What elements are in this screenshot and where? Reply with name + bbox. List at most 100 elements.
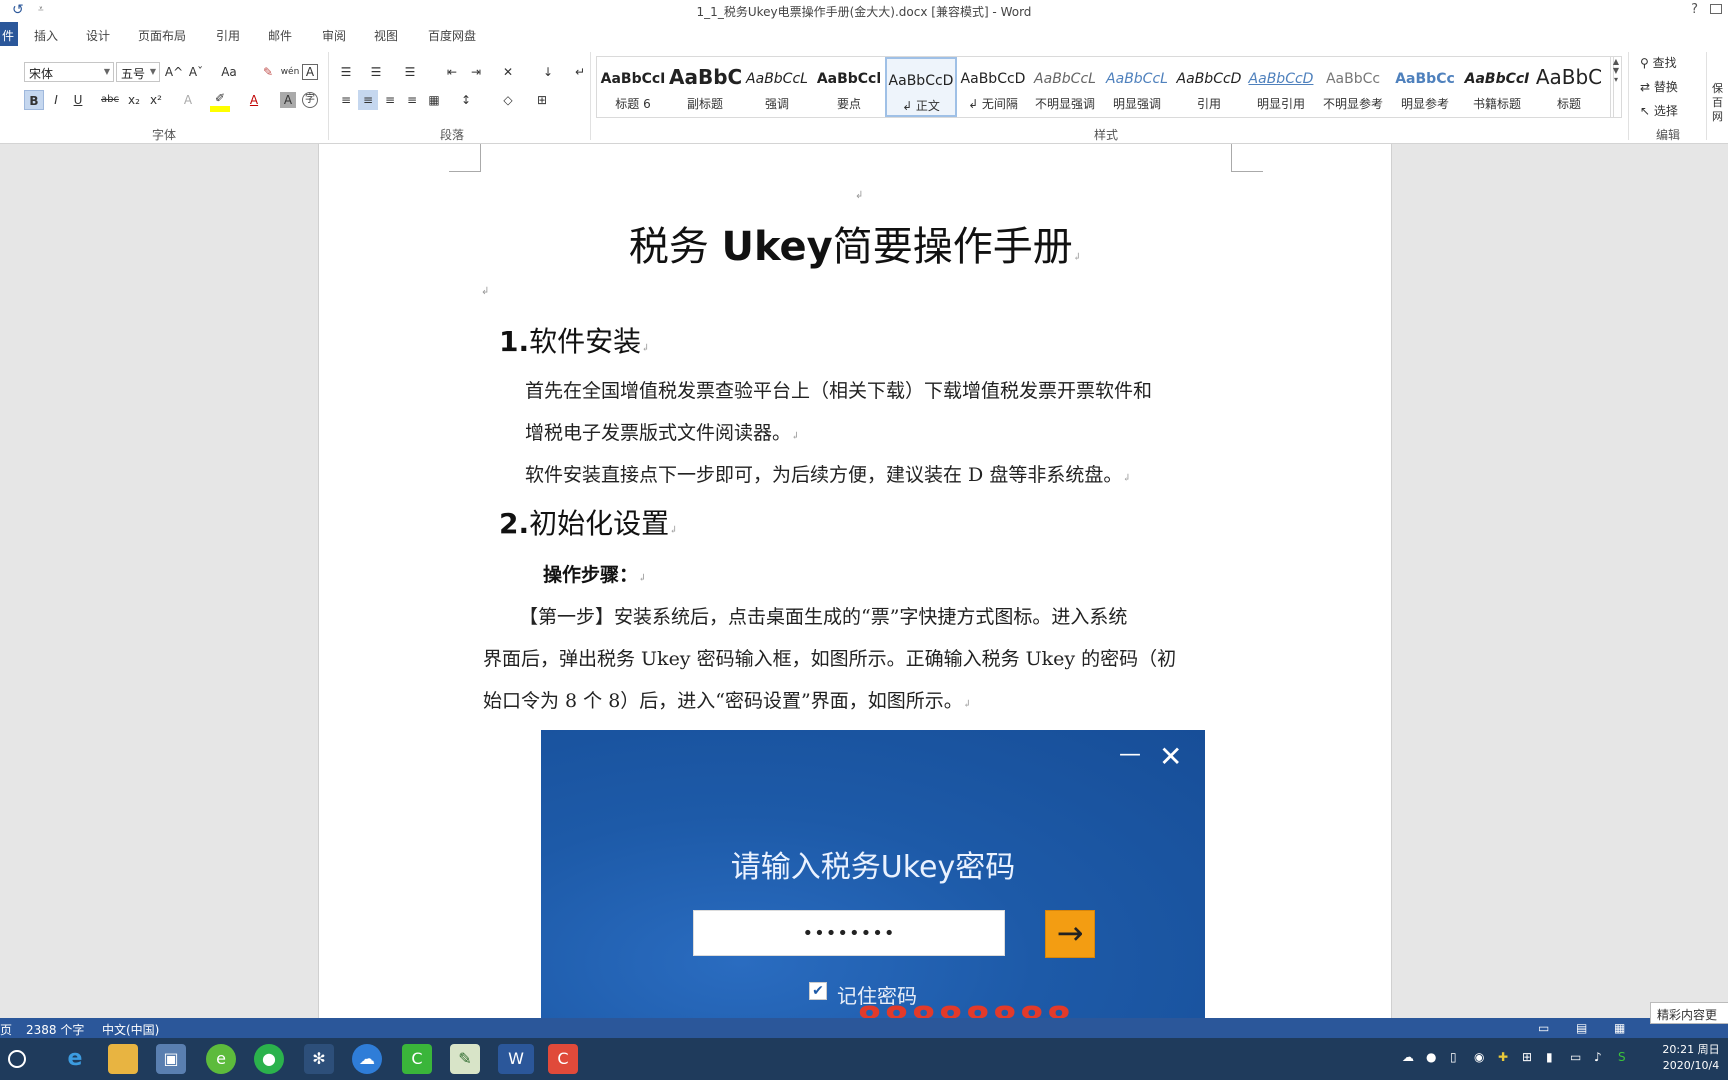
- notepad-icon[interactable]: ✎: [450, 1044, 480, 1074]
- line-spacing-icon[interactable]: ↕: [456, 90, 476, 110]
- decrease-indent-icon[interactable]: ⇤: [442, 62, 462, 82]
- tab-baidu-netdisk[interactable]: 百度网盘: [428, 27, 476, 44]
- store-icon[interactable]: ▣: [156, 1044, 186, 1074]
- styles-scroll[interactable]: ▲ ▼ ▾: [1610, 56, 1622, 118]
- ukey-password-dialog-image[interactable]: — ✕ 请输入税务Ukey密码 •••••••• → ✔ 记住密码 888888…: [541, 730, 1205, 1018]
- char-shading-icon[interactable]: A: [280, 92, 296, 108]
- notification-popup[interactable]: 精彩内容更: [1650, 1002, 1728, 1024]
- replace-button[interactable]: ⇄ 替换: [1640, 78, 1678, 95]
- page-indicator[interactable]: 页: [0, 1021, 12, 1038]
- tab-review[interactable]: 审阅: [322, 27, 346, 44]
- edge-icon[interactable]: e: [60, 1044, 90, 1074]
- show-marks-icon[interactable]: ↵: [570, 62, 590, 82]
- step-1-line-2[interactable]: 界面后，弹出税务 Ukey 密码输入框，如图所示。正确输入税务 Ukey 的密码…: [483, 644, 1176, 671]
- section-1-line-2[interactable]: 增税电子发票版式文件阅读器。↲: [525, 418, 799, 445]
- style-intense-reference[interactable]: AaBbCc 明显参考: [1389, 57, 1461, 117]
- snowflake-app-icon[interactable]: ✻: [304, 1044, 334, 1074]
- style-title[interactable]: AaBbC 标题: [1533, 57, 1605, 117]
- web-layout-icon[interactable]: ▦: [1614, 1021, 1625, 1035]
- font-name-select[interactable]: 宋体 ▼: [24, 62, 114, 82]
- browser-360-icon[interactable]: e: [206, 1044, 236, 1074]
- align-right-icon[interactable]: ≡: [380, 90, 400, 110]
- grow-font-button[interactable]: A^: [164, 62, 184, 82]
- step-1-line-1[interactable]: 【第一步】安装系统后，点击桌面生成的“票”字快捷方式图标。进入系统: [519, 602, 1127, 629]
- subscript-button[interactable]: x₂: [124, 90, 144, 110]
- style-book-title[interactable]: AaBbCcI 书籍标题: [1461, 57, 1533, 117]
- tab-view[interactable]: 视图: [374, 27, 398, 44]
- align-left-icon[interactable]: ≡: [336, 90, 356, 110]
- restore-ribbon-icon[interactable]: [1710, 4, 1722, 14]
- section-1-heading[interactable]: 1.软件安装↲: [499, 320, 650, 360]
- tab-mailings[interactable]: 邮件: [268, 27, 292, 44]
- phonetic-guide-icon[interactable]: wén: [280, 62, 300, 82]
- increase-indent-icon[interactable]: ⇥: [466, 62, 486, 82]
- print-layout-icon[interactable]: ▤: [1576, 1021, 1587, 1035]
- sort-icon[interactable]: ↓: [538, 62, 558, 82]
- keyboard-tray-icon[interactable]: ⊞: [1522, 1050, 1532, 1064]
- tab-insert[interactable]: 插入: [34, 27, 58, 44]
- page[interactable]: ↲ 税务 Ukey简要操作手册↲ ↲ 1.软件安装↲ 首先在全国增值税发票查验平…: [318, 144, 1392, 1018]
- camtasia-recorder-icon[interactable]: C: [548, 1044, 578, 1074]
- align-center-icon[interactable]: ≡: [358, 90, 378, 110]
- highlight-pen-icon[interactable]: ✐: [210, 88, 230, 108]
- volume-tray-icon[interactable]: ♪: [1594, 1050, 1602, 1064]
- shrink-font-button[interactable]: Aˇ: [186, 62, 206, 82]
- style-heading-6[interactable]: AaBbCcI 标题 6: [597, 57, 669, 117]
- document-title[interactable]: 税务 Ukey简要操作手册↲: [319, 214, 1391, 272]
- strikethrough-button[interactable]: abc: [100, 90, 120, 110]
- clock[interactable]: 20:21 周日 2020/10/4: [1656, 1042, 1726, 1074]
- qq-tray-icon[interactable]: ◉: [1474, 1050, 1484, 1064]
- step-1-line-3[interactable]: 始口令为 8 个 8）后，进入“密码设置”界面，如图所示。↲: [483, 686, 971, 713]
- file-explorer-icon[interactable]: [108, 1044, 138, 1074]
- camtasia-icon[interactable]: C: [402, 1044, 432, 1074]
- borders-icon[interactable]: ⊞: [532, 90, 552, 110]
- numbering-icon[interactable]: ☰: [366, 62, 386, 82]
- style-no-spacing[interactable]: AaBbCcD ↲ 无间隔: [957, 57, 1029, 117]
- tab-file[interactable]: 件: [0, 22, 18, 46]
- style-intense-quote[interactable]: AaBbCcD 明显引用: [1245, 57, 1317, 117]
- word-count[interactable]: 2388 个字: [26, 1021, 84, 1038]
- style-emphasis[interactable]: AaBbCcL 强调: [741, 57, 813, 117]
- style-strong[interactable]: AaBbCcl 要点: [813, 57, 885, 117]
- help-button[interactable]: ?: [1691, 2, 1698, 17]
- tab-page-layout[interactable]: 页面布局: [138, 27, 186, 44]
- superscript-button[interactable]: x²: [146, 90, 166, 110]
- cloud-tray-icon[interactable]: ☁: [1402, 1050, 1414, 1064]
- font-color-button[interactable]: A: [244, 90, 264, 110]
- read-mode-icon[interactable]: ▭: [1538, 1021, 1549, 1035]
- tab-references[interactable]: 引用: [216, 27, 240, 44]
- style-subtitle[interactable]: AaBbC 副标题: [669, 57, 741, 117]
- style-subtle-reference[interactable]: AaBbCc 不明显参考: [1317, 57, 1389, 117]
- bullets-icon[interactable]: ☰: [336, 62, 356, 82]
- style-intense-emphasis[interactable]: AaBbCcL 明显强调: [1101, 57, 1173, 117]
- section-1-line-1[interactable]: 首先在全国增值税发票查验平台上（相关下载）下载增值税发票开票软件和: [525, 376, 1152, 403]
- wechat-tray-icon[interactable]: ●: [1426, 1050, 1436, 1064]
- tab-design[interactable]: 设计: [86, 27, 110, 44]
- section-2-heading[interactable]: 2.初始化设置↲: [499, 502, 678, 542]
- word-taskbar-icon[interactable]: W: [498, 1044, 534, 1074]
- baidu-netdisk-icon[interactable]: ☁: [352, 1044, 382, 1074]
- distributed-icon[interactable]: ▦: [424, 90, 444, 110]
- underline-button[interactable]: U: [68, 90, 88, 110]
- sogou-tray-icon[interactable]: S: [1618, 1050, 1626, 1064]
- language-indicator[interactable]: 中文(中国): [102, 1021, 159, 1038]
- bold-button[interactable]: B: [24, 90, 44, 110]
- char-border-icon[interactable]: A: [302, 64, 318, 80]
- enclose-char-icon[interactable]: 字: [302, 92, 318, 108]
- wechat-icon[interactable]: ●: [254, 1044, 284, 1074]
- find-button[interactable]: ⚲ 查找: [1640, 54, 1677, 71]
- select-button[interactable]: ↖ 选择: [1640, 102, 1678, 119]
- style-normal[interactable]: AaBbCcD ↲ 正文: [885, 57, 957, 117]
- operation-steps-label[interactable]: 操作步骤：↲: [543, 560, 646, 587]
- network-tray-icon[interactable]: ▭: [1570, 1050, 1581, 1064]
- shading-icon[interactable]: ◇: [498, 90, 518, 110]
- baidu-save-button[interactable]: 保百网: [1712, 82, 1726, 124]
- cortana-icon[interactable]: [8, 1050, 26, 1068]
- chinese-layout-icon[interactable]: ✕: [498, 62, 518, 82]
- text-effects-icon[interactable]: A: [178, 90, 198, 110]
- multilevel-list-icon[interactable]: ☰: [400, 62, 420, 82]
- style-subtle-emphasis[interactable]: AaBbCcL 不明显强调: [1029, 57, 1101, 117]
- font-size-select[interactable]: 五号 ▼: [116, 62, 160, 82]
- microphone-tray-icon[interactable]: ▮: [1546, 1050, 1553, 1064]
- clear-format-icon[interactable]: ✎: [258, 62, 278, 82]
